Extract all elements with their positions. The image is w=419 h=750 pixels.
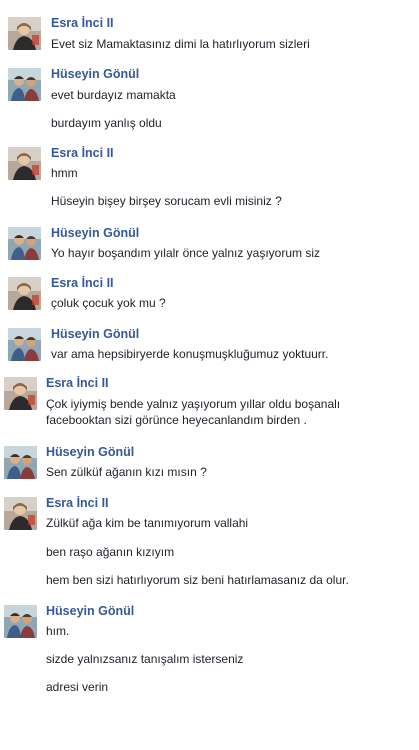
avatar-photo	[8, 147, 41, 180]
message-text: Hüseyin bişey birşey sorucam evli misini…	[51, 194, 282, 208]
message-text: Sen zülküf ağanın kızı mısın ?	[46, 465, 207, 479]
sender-name[interactable]: Esra İnci II	[51, 16, 114, 31]
message-text: ben raşo ağanın kızıyım	[46, 545, 175, 559]
message-text: sizde yalnızsanız tanışalım isterseniz	[46, 652, 244, 666]
message-text: evet burdayız mamakta	[51, 88, 176, 102]
sender-name[interactable]: Hüseyin Gönül	[46, 604, 134, 619]
message-text: burdayım yanlış oldu	[51, 116, 162, 130]
avatar[interactable]	[4, 377, 37, 410]
avatar[interactable]	[8, 277, 41, 310]
message-text: hem ben sizi hatırlıyorum siz beni hatır…	[46, 573, 349, 587]
message-text: Evet siz Mamaktasınız dimi la hatırlıyor…	[51, 37, 310, 51]
avatar-photo	[8, 227, 41, 260]
avatar[interactable]	[8, 68, 41, 101]
avatar-photo	[8, 17, 41, 50]
message-text: Zülküf ağa kim be tanımıyorum vallahi	[46, 516, 249, 530]
avatar[interactable]	[8, 328, 41, 361]
sender-name[interactable]: Esra İnci II	[51, 276, 114, 291]
avatar-photo	[8, 68, 41, 101]
sender-name[interactable]: Hüseyin Gönül	[51, 67, 139, 82]
message-text: adresi verin	[46, 680, 109, 694]
avatar[interactable]	[8, 147, 41, 180]
avatar[interactable]	[4, 446, 37, 479]
sender-name[interactable]: Esra İnci II	[46, 376, 109, 391]
avatar[interactable]	[8, 17, 41, 50]
sender-name[interactable]: Hüseyin Gönül	[51, 327, 139, 342]
message-text: Yo hayır boşandım yılalr önce yalnız yaş…	[51, 246, 321, 260]
avatar-photo	[4, 497, 37, 530]
avatar[interactable]	[4, 497, 37, 530]
sender-name[interactable]: Hüseyin Gönül	[46, 445, 134, 460]
avatar-photo	[4, 446, 37, 479]
sender-name[interactable]: Esra İnci II	[46, 496, 109, 511]
avatar[interactable]	[8, 227, 41, 260]
message-text: Çok iyiymiş bende yalnız yaşıyorum yılla…	[46, 397, 341, 427]
avatar-photo	[8, 277, 41, 310]
sender-name[interactable]: Hüseyin Gönül	[51, 226, 139, 241]
chat-conversation: Esra İnci II Evet siz Mamaktasınız dimi …	[0, 0, 419, 750]
message-text: hmm	[51, 166, 78, 180]
avatar-photo	[4, 605, 37, 638]
avatar-photo	[8, 328, 41, 361]
message-text: çoluk çocuk yok mu ?	[51, 296, 166, 310]
avatar[interactable]	[4, 605, 37, 638]
sender-name[interactable]: Esra İnci II	[51, 146, 114, 161]
avatar-photo	[4, 377, 37, 410]
message-text: var ama hepsibiryerde konuşmuşkluğumuz y…	[51, 347, 329, 361]
message-text: hım.	[46, 624, 70, 638]
